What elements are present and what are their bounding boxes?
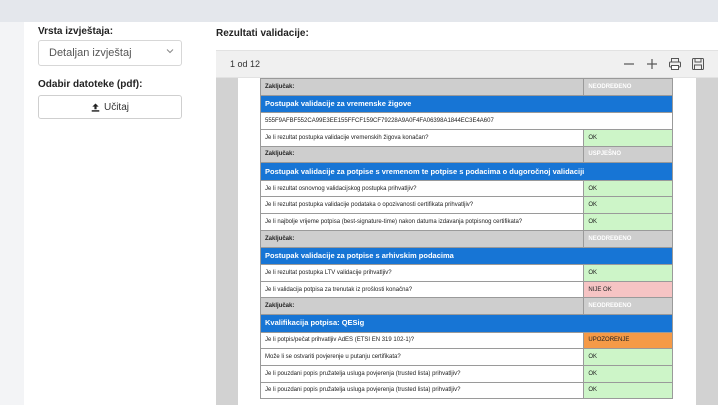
- section-header-row: Postupak validacije za potpise s vremeno…: [260, 162, 673, 181]
- check-question: Je li validacija potpisa za trenutak iz …: [259, 280, 585, 299]
- validation-results-table: Zaključak: NEODREĐENO Postupak validacije …: [259, 78, 673, 400]
- zoom-out-icon[interactable]: [622, 57, 636, 71]
- check-row: Je li rezultat osnovnog validacijskog po…: [259, 179, 673, 198]
- check-question: Je li rezultat postupka LTV validacije p…: [259, 264, 585, 282]
- section-title: Postupak validacije za potpise s arhivsk…: [260, 246, 673, 265]
- status-badge: UPOZORENJE: [583, 331, 673, 350]
- check-row: Može li se ostvariti povjerenje u putanj…: [259, 348, 673, 366]
- upload-button[interactable]: Učitaj: [38, 95, 182, 119]
- status-badge: OK: [583, 264, 673, 282]
- status-badge: OK: [583, 213, 673, 231]
- save-icon[interactable]: [691, 57, 705, 71]
- upload-button-label: Učitaj: [103, 101, 129, 113]
- zoom-in-icon[interactable]: [645, 57, 659, 71]
- check-row: Je li rezultat postupka LTV validacije p…: [259, 264, 673, 282]
- hash-row: 555F9AFBF552CA99E3EE155FFCF159CF79228A9A…: [260, 112, 673, 130]
- status-badge: OK: [583, 348, 673, 366]
- status-badge: NEODREĐENO: [583, 229, 673, 248]
- print-icon[interactable]: [668, 57, 682, 71]
- check-question: Je li rezultat osnovnog validacijskog po…: [259, 179, 585, 198]
- status-badge: OK: [583, 381, 673, 400]
- check-row: Je li rezultat postupka validacije podat…: [259, 196, 673, 215]
- check-row: Je li validacija potpisa za trenutak iz …: [259, 280, 673, 299]
- check-question: Je li rezultat postupka validacije podat…: [259, 196, 585, 215]
- chevron-down-icon: [166, 49, 174, 54]
- conclusion-label: Zaključak:: [259, 229, 585, 248]
- conclusion-row: Zaključak: NEODREĐENO: [259, 229, 673, 248]
- hash-value: 555F9AFBF552CA99E3EE155FFCF159CF79228A9A…: [260, 112, 673, 130]
- status-badge: OK: [583, 128, 673, 147]
- pdf-document-viewer[interactable]: Zaključak: NEODREĐENO Postupak validacije …: [216, 78, 718, 405]
- status-badge: NEODREĐENO: [583, 297, 673, 316]
- section-header-row: Postupak validacije za potpise s arhivsk…: [260, 246, 673, 265]
- section-header-row: Postupak validacije za vremenske žigove: [260, 94, 673, 114]
- status-badge: OK: [583, 179, 673, 198]
- check-question: Može li se ostvariti povjerenje u putanj…: [259, 348, 585, 366]
- conclusion-label: Zaključak:: [259, 145, 585, 164]
- check-question: Je li najbolje vrijeme potpisa (best-sig…: [259, 213, 585, 231]
- check-question: Je li potpis/pečat prihvatljiv AdES (ETS…: [259, 331, 585, 350]
- check-row: Je li pouzdani popis pružatelja usluga p…: [259, 364, 673, 383]
- section-title: Postupak validacije za vremenske žigove: [260, 94, 673, 114]
- status-badge: NEODREĐENO: [583, 78, 673, 96]
- status-badge: NIJE OK: [583, 280, 673, 299]
- pdf-viewer-toolbar: 1 od 12: [216, 50, 718, 78]
- report-type-select[interactable]: Detaljan izvještaj: [38, 40, 182, 66]
- upload-icon: [91, 102, 100, 112]
- check-row: Je li potpis/pečat prihvatljiv AdES (ETS…: [259, 331, 673, 350]
- status-badge: OK: [583, 364, 673, 383]
- pdf-page: Zaključak: NEODREĐENO Postupak validacije …: [238, 78, 696, 405]
- check-question: Je li pouzdani popis pružatelja usluga p…: [259, 381, 585, 400]
- report-type-label: Vrsta izvještaja:: [38, 26, 114, 37]
- top-bar: [0, 0, 718, 22]
- file-select-label: Odabir datoteke (pdf):: [38, 79, 143, 90]
- section-title: Postupak validacije za potpise s vremeno…: [260, 162, 673, 181]
- conclusion-row: Zaključak: USPJEŠNO: [259, 145, 673, 164]
- check-question: Je li pouzdani popis pružatelja usluga p…: [259, 364, 585, 383]
- status-badge: OK: [583, 196, 673, 215]
- section-header-row: Kvalifikacija potpisa: QESig: [260, 314, 673, 333]
- conclusion-label: Zaključak:: [259, 297, 585, 316]
- check-row: Je li najbolje vrijeme potpisa (best-sig…: [259, 213, 673, 231]
- section-title: Kvalifikacija potpisa: QESig: [260, 314, 673, 333]
- check-row: Je li rezultat postupka validacije vreme…: [259, 128, 673, 147]
- status-badge: USPJEŠNO: [583, 145, 673, 164]
- check-question: Je li rezultat postupka validacije vreme…: [259, 128, 585, 147]
- conclusion-row: Zaključak: NEODREĐENO: [259, 297, 673, 316]
- conclusion-label: Zaključak:: [259, 78, 585, 96]
- page-indicator: 1 od 12: [230, 59, 261, 69]
- results-title: Rezultati validacije:: [216, 28, 309, 39]
- conclusion-row: Zaključak: NEODREĐENO: [259, 78, 673, 96]
- check-row: Je li pouzdani popis pružatelja usluga p…: [259, 381, 673, 400]
